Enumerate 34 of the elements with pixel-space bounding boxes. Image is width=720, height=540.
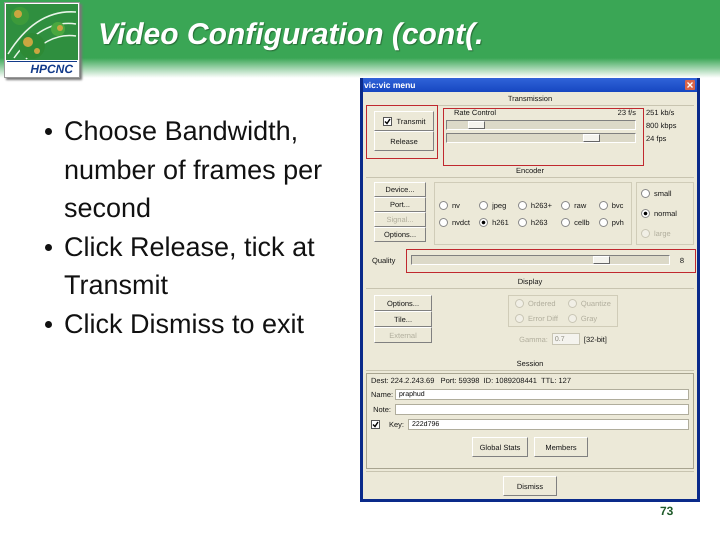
radio-button[interactable] [561, 200, 570, 210]
bullet-text: Click Dismiss to exit [64, 308, 304, 340]
radio-button[interactable] [561, 218, 570, 226]
radio-button[interactable] [479, 200, 488, 210]
checkbox[interactable] [371, 420, 380, 428]
radio-button[interactable] [439, 218, 448, 226]
radio-button[interactable] [641, 208, 650, 218]
slider-thumb[interactable] [593, 256, 610, 264]
close-icon[interactable] [685, 80, 695, 90]
radio-button[interactable] [598, 200, 608, 210]
input-field[interactable] [395, 404, 689, 414]
bullet-text: Choose Bandwidth, number of frames per second [64, 115, 324, 225]
radio-button[interactable] [518, 200, 527, 210]
globe-drawing [6, 4, 78, 60]
slide-title: Video Configuration (cont(. [98, 18, 484, 52]
highlight-box [366, 105, 438, 159]
radio-button[interactable] [439, 200, 448, 210]
bullet-text: Click Release, tick at Transmit [64, 230, 316, 302]
checkbox[interactable] [382, 116, 392, 126]
slider[interactable] [446, 120, 636, 130]
radio-button[interactable] [641, 188, 650, 198]
slider[interactable] [446, 133, 636, 143]
radio-button[interactable] [479, 218, 488, 226]
slider-thumb[interactable] [582, 134, 600, 142]
slider[interactable] [411, 255, 670, 265]
radio-button[interactable] [598, 218, 608, 226]
slider-thumb[interactable] [468, 121, 486, 129]
bullet-icon [45, 128, 52, 135]
window-title: vic:vic menu [364, 80, 416, 90]
radio-button[interactable] [518, 218, 527, 226]
bullet-icon [45, 320, 52, 328]
page-number: 73 [660, 504, 674, 518]
logo-text: HPCNC [7, 61, 77, 77]
bullet-icon [45, 244, 52, 250]
